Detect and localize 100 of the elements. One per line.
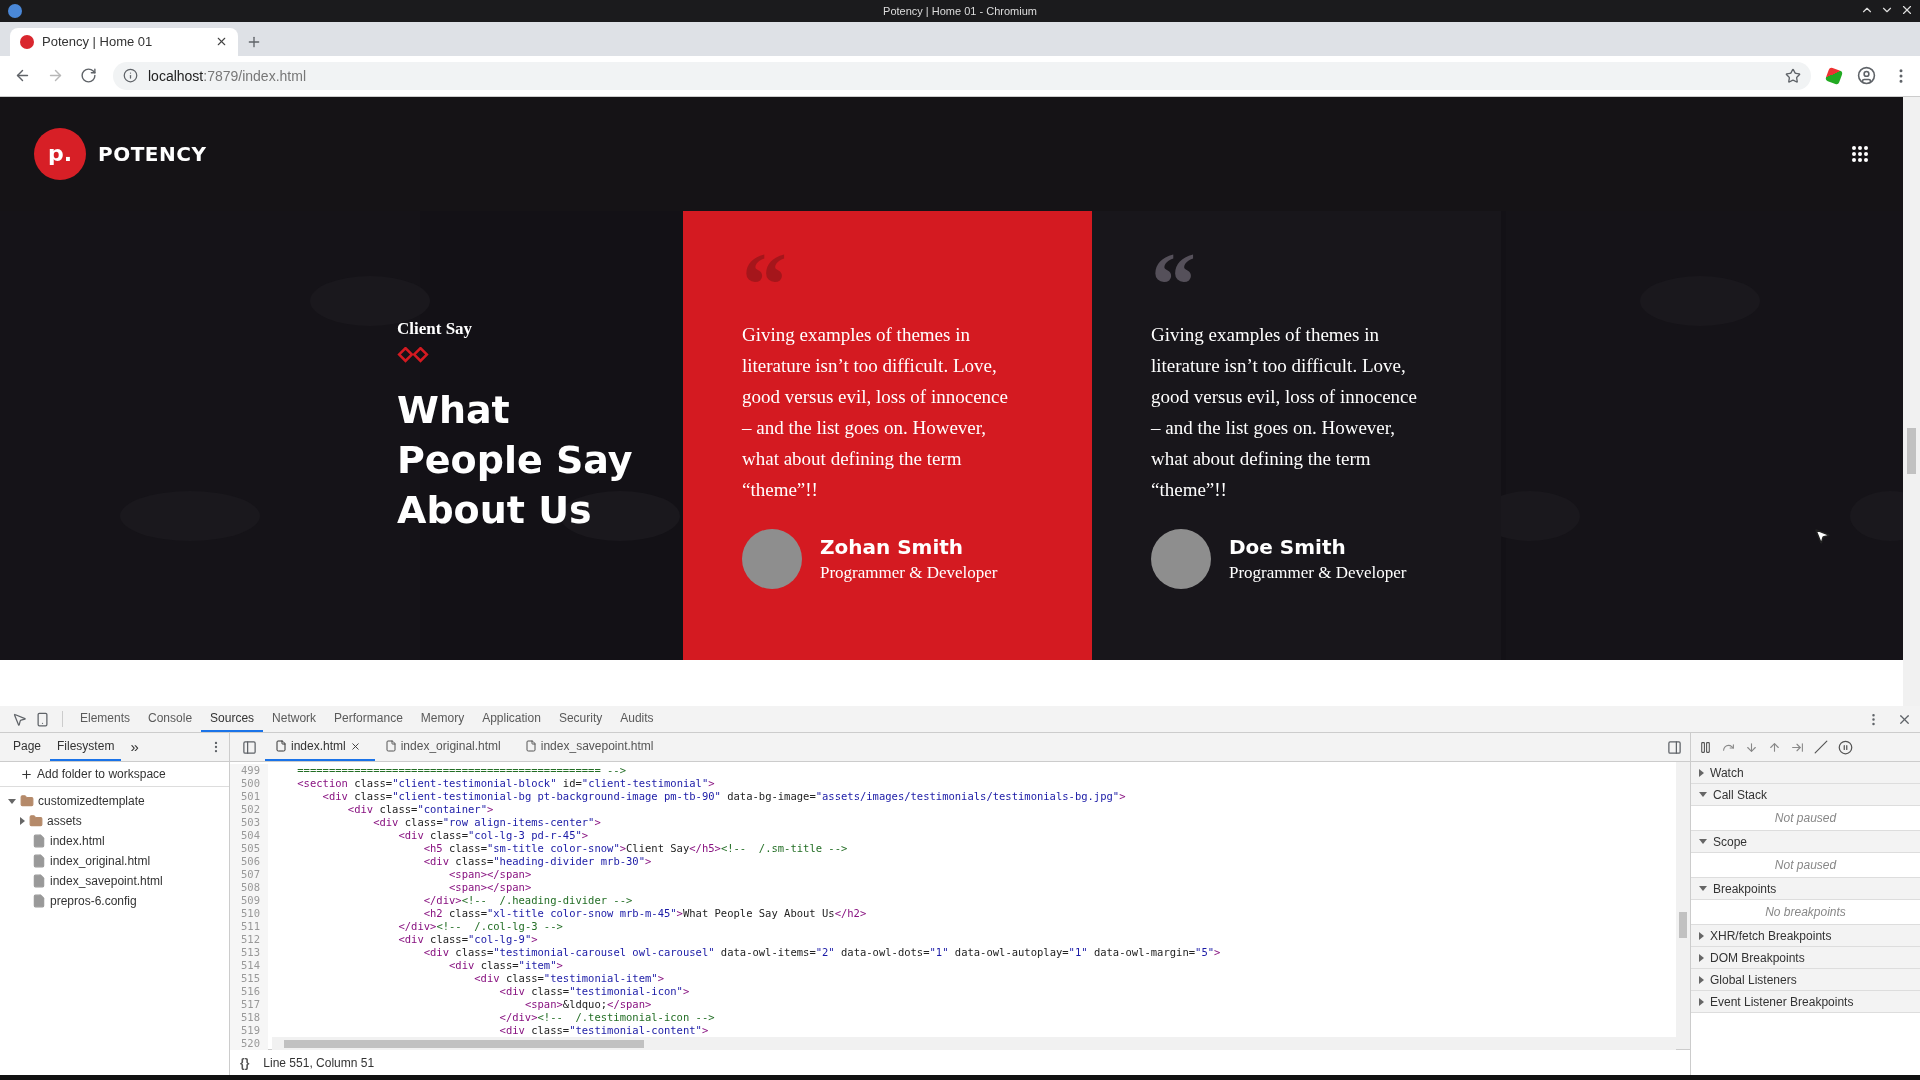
code-line: </div><!-- /.col-lg-3 --> (397, 920, 563, 933)
quote-mark: “ (1151, 254, 1196, 315)
url-field[interactable]: localhost:7879/index.html (148, 67, 306, 84)
file-icon (32, 874, 46, 888)
scrollbar[interactable] (1676, 762, 1690, 1049)
navigator-tab[interactable]: Filesystem (50, 733, 122, 761)
close-icon[interactable] (349, 740, 361, 752)
file-icon (32, 894, 46, 908)
folder-icon (29, 814, 43, 828)
line-number: 504 (230, 829, 268, 842)
debugger-section-header[interactable]: Watch (1691, 762, 1920, 784)
line-number: 512 (230, 933, 268, 946)
code-line: <h5 class="sm-title color-snow">Client Say</h5><!-- /.sm-title --> (422, 842, 848, 855)
line-number: 518 (230, 1011, 268, 1024)
person-name: Doe Smith (1229, 534, 1347, 559)
person-name: Zohan Smith (820, 534, 965, 559)
code-line: <div class="testimonial-item"> (473, 972, 664, 985)
code-line: <div class="container"> (346, 803, 494, 816)
info-icon[interactable] (123, 68, 138, 84)
diamond-divider-icon (397, 346, 431, 363)
debugger-section-header[interactable]: XHR/fetch Breakpoints (1691, 925, 1920, 947)
toggle-navigator-icon[interactable] (242, 739, 257, 755)
editor-tab[interactable]: index_original.html (374, 733, 515, 761)
devtools-tab[interactable]: Network (263, 706, 326, 732)
deactivate-breakpoints-icon[interactable] (1814, 740, 1828, 754)
plus-icon (20, 767, 33, 781)
logo-mark[interactable]: p. (34, 127, 86, 180)
debugger-section-header[interactable]: Breakpoints (1691, 878, 1920, 900)
quote-mark: “ (742, 254, 787, 315)
grid-menu-icon[interactable] (1851, 144, 1869, 163)
code-line: <h2 class="xl-title color-snow mrb-m-45">What People Say About Us</h2> (422, 907, 867, 920)
file-tree-item[interactable]: index_original.html (0, 851, 229, 871)
devtools-tab[interactable]: Memory (411, 706, 474, 732)
code-line: <div class="col-lg-9"> (397, 933, 538, 946)
navigator-tab[interactable]: Page (6, 733, 49, 761)
code-line: <span>&ldquo;</span> (523, 998, 652, 1011)
close-icon[interactable] (1900, 3, 1914, 17)
pause-icon[interactable] (1699, 740, 1712, 754)
file-icon (32, 834, 46, 848)
profile-icon[interactable] (1857, 66, 1876, 86)
code-line: <div class="testimonial-content"> (498, 1024, 709, 1037)
extension-icon[interactable] (1825, 66, 1843, 85)
code-line: <span></span> (448, 881, 532, 894)
step-into-icon[interactable] (1745, 740, 1758, 754)
toggle-debugger-icon[interactable] (1667, 739, 1682, 755)
file-tree-item[interactable]: customizedtemplate (0, 791, 229, 811)
testimonial-text: Giving examples of themes in literature isn’t too difficult. Love, good versus evil, loss of innocence – and the list goes on. However, what about defining the term “theme”!! (742, 322, 1009, 502)
debugger-section-header[interactable]: Global Listeners (1691, 969, 1920, 991)
pause-on-exceptions-icon[interactable] (1838, 739, 1853, 755)
file-tree-item[interactable]: assets (0, 811, 229, 831)
devtools-tab[interactable]: Elements (71, 706, 140, 732)
debugger-section-header[interactable]: Scope (1691, 831, 1920, 853)
file-tree-item[interactable]: index_savepoint.html (0, 871, 229, 891)
horizontal-scrollbar[interactable] (272, 1037, 1676, 1050)
step-icon[interactable] (1791, 740, 1804, 754)
code-line: <span></span> (448, 868, 532, 881)
inspect-icon[interactable] (12, 711, 27, 727)
browser-tab[interactable]: Potency | Home 01 (10, 27, 238, 56)
devtools-tab[interactable]: Application (473, 706, 550, 732)
line-number: 515 (230, 972, 268, 985)
line-number: 506 (230, 855, 268, 868)
line-number: 499 (230, 764, 268, 777)
line-number: 511 (230, 920, 268, 933)
person-role: Programmer & Developer (1229, 562, 1407, 583)
bookmark-star-icon[interactable] (1785, 67, 1801, 84)
editor-tab[interactable]: index.html (265, 733, 375, 761)
code-line: <div class="col-lg-3 pd-r-45"> (397, 829, 589, 842)
scrollbar[interactable] (1903, 96, 1920, 706)
code-line: <div class="testimonial-carousel owl-carousel" data-owl-items="2" data-owl-dots="1" data-owl-autoplay="1" data-owl-margin="5"> (422, 946, 1221, 959)
code-line: <div class="heading-divider mrb-30"> (422, 855, 652, 868)
file-icon (32, 854, 46, 868)
step-out-icon[interactable] (1768, 740, 1781, 754)
file-icon (275, 740, 287, 752)
line-number: 513 (230, 946, 268, 959)
favicon (20, 34, 34, 49)
editor-tab[interactable]: index_savepoint.html (514, 733, 668, 761)
code-line: <div class="testimonial-icon"> (498, 985, 690, 998)
devtools-tab[interactable]: Audits (611, 706, 663, 732)
reload-button[interactable] (80, 67, 97, 85)
devtools-tab[interactable]: Performance (325, 706, 412, 732)
file-icon (524, 740, 537, 752)
debugger-section-header[interactable]: Call Stack (1691, 784, 1920, 806)
device-toolbar-icon[interactable] (35, 711, 50, 727)
devtools-tab[interactable]: Console (139, 706, 202, 732)
cursor-position: Line 551, Column 51 (263, 1055, 375, 1070)
debugger-section-header[interactable]: DOM Breakpoints (1691, 947, 1920, 969)
debugger-section-header[interactable]: Event Listener Breakpoints (1691, 991, 1920, 1013)
line-number: 519 (230, 1024, 268, 1037)
add-folder-button[interactable]: Add folder to workspace (0, 762, 229, 787)
logo-text[interactable]: POTENCY (98, 141, 1839, 166)
mouse-pointer-icon (1813, 526, 1831, 545)
pretty-print-button[interactable]: {} (240, 1055, 250, 1070)
line-number: 516 (230, 985, 268, 998)
line-number: 514 (230, 959, 268, 972)
code-line: </div><!-- /.heading-divider --> (422, 894, 633, 907)
section-eyebrow: Client Say (397, 318, 473, 339)
devtools-tab[interactable]: Security (549, 706, 612, 732)
file-tree-item[interactable]: prepros-6.config (0, 891, 229, 911)
file-tree-item[interactable]: index.html (0, 831, 229, 851)
more-tabs-button[interactable]: » (123, 733, 146, 761)
